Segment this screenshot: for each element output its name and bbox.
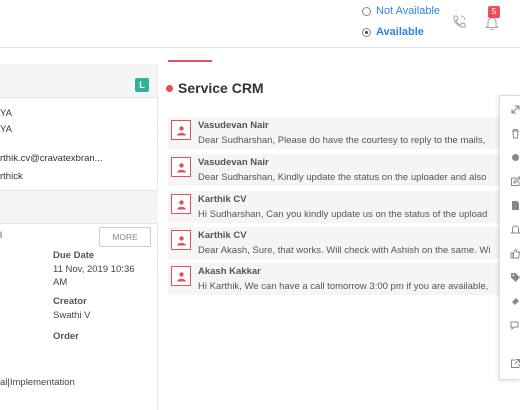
side-toolbar bbox=[499, 95, 520, 380]
order-label: Order bbox=[53, 331, 79, 342]
comment-item[interactable]: Akash Kakkar Hi Karthik, We can have a c… bbox=[168, 263, 500, 295]
trash-icon[interactable] bbox=[510, 128, 520, 139]
notification-count-badge: 5 bbox=[488, 6, 500, 18]
category-value: al|Implementation bbox=[0, 377, 75, 388]
comment-item[interactable]: Karthik CV Hi Sudharshan, Can you kindly… bbox=[168, 191, 500, 223]
notifications-button[interactable]: 5 bbox=[482, 6, 504, 32]
tab-strip bbox=[160, 48, 500, 62]
detail-line-1: YA bbox=[0, 108, 12, 119]
detail-line-2: YA bbox=[0, 124, 12, 135]
expand-icon[interactable] bbox=[510, 104, 520, 115]
dot-icon[interactable] bbox=[510, 152, 520, 163]
comment-item[interactable]: Vasudevan Nair Dear Sudharshan, Kindly u… bbox=[168, 154, 500, 186]
avatar bbox=[171, 120, 191, 140]
due-date-label: Due Date bbox=[53, 250, 95, 261]
ticket-icon[interactable] bbox=[510, 296, 520, 307]
radio-not-available[interactable] bbox=[362, 6, 371, 16]
phone-icon[interactable] bbox=[451, 14, 467, 30]
comment-text: Dear Sudharshan, Kindly update the statu… bbox=[198, 172, 487, 183]
chat-icon[interactable] bbox=[510, 320, 520, 331]
status-not-available-option[interactable]: Not Available bbox=[362, 5, 440, 17]
creator-label: Creator bbox=[53, 296, 87, 307]
contact-email[interactable]: rthik.cv@cravatexbran... bbox=[0, 153, 103, 164]
page-title: Service CRM bbox=[166, 80, 264, 96]
more-button[interactable]: MORE bbox=[99, 227, 151, 247]
record-details-header: L bbox=[0, 64, 157, 98]
external-link-icon[interactable] bbox=[510, 358, 520, 369]
creator-value: Swathi V bbox=[53, 310, 91, 321]
lead-badge: L bbox=[135, 78, 149, 92]
radio-available[interactable] bbox=[362, 27, 371, 37]
active-tab-indicator bbox=[168, 60, 212, 62]
top-bar: Not Available Available 5 bbox=[0, 0, 520, 48]
due-date-value-time: AM bbox=[53, 277, 68, 288]
thumbs-up-icon[interactable] bbox=[510, 248, 520, 259]
document-icon[interactable] bbox=[510, 200, 520, 211]
user-icon bbox=[177, 126, 186, 136]
avatar bbox=[171, 194, 191, 214]
comment-text: Hi Karthik, We can have a call tomorrow … bbox=[198, 281, 489, 292]
avatar bbox=[171, 266, 191, 286]
section-band bbox=[0, 190, 158, 224]
record-details-panel: L YA YA rthik.cv@cravatexbran... rthick … bbox=[0, 64, 158, 410]
comment-author: Vasudevan Nair bbox=[198, 157, 269, 168]
not-available-label: Not Available bbox=[376, 5, 441, 17]
comment-author: Karthik CV bbox=[198, 230, 247, 241]
comment-item[interactable]: Karthik CV Dear Akash, Sure, that works.… bbox=[168, 227, 500, 259]
tag-icon[interactable] bbox=[510, 272, 520, 283]
user-icon bbox=[177, 163, 186, 173]
user-icon bbox=[177, 200, 186, 210]
comment-text: Hi Sudharshan, Can you kindly update us … bbox=[198, 209, 488, 220]
status-available-option[interactable]: Available bbox=[362, 26, 424, 38]
contact-name: rthick bbox=[0, 171, 23, 182]
comment-author: Karthik CV bbox=[198, 194, 247, 205]
avatar bbox=[171, 230, 191, 250]
page-title-text: Service CRM bbox=[178, 80, 264, 96]
user-icon bbox=[177, 272, 186, 282]
comment-text: Dear Sudharshan, Please do have the cour… bbox=[198, 135, 486, 146]
available-label: Available bbox=[376, 26, 424, 38]
avatar bbox=[171, 157, 191, 177]
user-icon bbox=[177, 236, 186, 246]
edit-icon[interactable] bbox=[510, 176, 520, 187]
field-marker: l bbox=[0, 230, 3, 241]
comment-author: Akash Kakkar bbox=[198, 266, 261, 277]
due-date-value: 11 Nov, 2019 10:36 bbox=[53, 264, 135, 275]
comment-author: Vasudevan Nair bbox=[198, 120, 269, 131]
status-dot bbox=[166, 84, 173, 92]
bell-icon[interactable] bbox=[510, 224, 520, 235]
comment-item[interactable]: Vasudevan Nair Dear Sudharshan, Please d… bbox=[168, 117, 500, 149]
comment-text: Dear Akash, Sure, that works. Will check… bbox=[198, 245, 491, 256]
